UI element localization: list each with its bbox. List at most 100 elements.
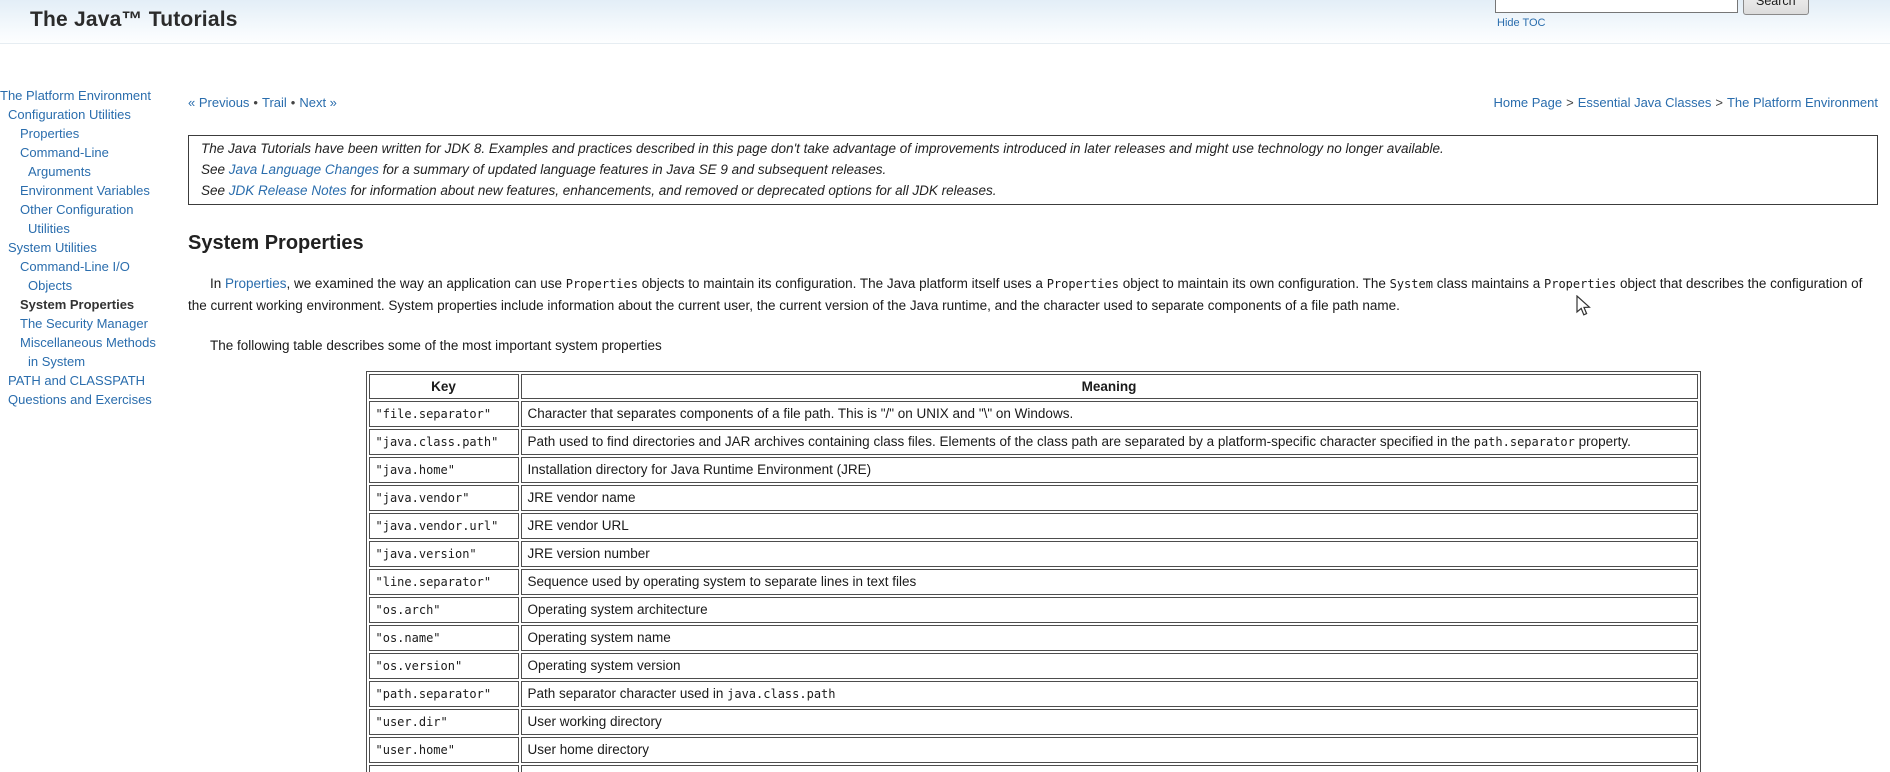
trail-link[interactable]: Trail — [262, 95, 287, 110]
inline-text: Operating system name — [527, 630, 671, 645]
page-title: System Properties — [188, 232, 364, 254]
search-area: Search Hide TOC — [1495, 0, 1860, 29]
table-intro-paragraph: The following table describes some of th… — [210, 338, 662, 353]
inline-code: Properties — [1544, 277, 1617, 291]
table-row: "os.version" Operating system version — [368, 653, 1698, 679]
hide-toc-link[interactable]: Hide TOC — [1497, 17, 1546, 29]
key-cell: "user.home" — [368, 737, 519, 763]
table-header-row: Key Meaning — [368, 374, 1698, 399]
inline-text: In — [210, 276, 226, 291]
meaning-cell: Installation directory for Java Runtime … — [520, 457, 1698, 483]
inline-code: Properties — [1046, 277, 1119, 291]
sidebar-item[interactable]: Properties — [0, 124, 156, 143]
system-properties-table: Key Meaning "file.separator" Character that… — [365, 371, 1701, 772]
key-cell: "user.name" — [368, 765, 519, 772]
key-cell: "file.separator" — [368, 401, 519, 427]
meaning-cell: Path used to find directories and JAR ar… — [520, 429, 1698, 455]
key-cell: "java.version" — [368, 541, 519, 567]
page: The Java™ Tutorials Search Hide TOC The … — [0, 0, 1890, 772]
meaning-cell: Operating system name — [520, 625, 1698, 651]
breadcrumb-separator: > — [1715, 95, 1723, 110]
inline-text: , we examined the way an application can… — [286, 276, 566, 291]
inline-text: Operating system version — [527, 658, 681, 673]
key-cell: "java.class.path" — [368, 429, 519, 455]
table-row: "file.separator" Character that separates… — [368, 401, 1698, 427]
sidebar-item[interactable]: The Platform Environment — [0, 86, 156, 105]
table-row: "java.home" Installation directory for Ja… — [368, 457, 1698, 483]
inline-text: Path used to find directories and JAR ar… — [527, 434, 1474, 449]
column-header: Key — [368, 374, 519, 399]
table-row: "os.arch" Operating system architecture — [368, 597, 1698, 623]
meaning-cell: User working directory — [520, 709, 1698, 735]
table-row: "path.separator" Path separator character… — [368, 681, 1698, 707]
inline-text: Installation directory for Java Runtime … — [527, 462, 872, 477]
sidebar-item[interactable]: Environment Variables — [0, 181, 156, 200]
nav-separator: • — [290, 95, 296, 110]
notice-line: The Java Tutorials have been written for… — [201, 138, 1865, 159]
intro-paragraph: In Properties, we examined the way an ap… — [188, 273, 1878, 317]
search-button[interactable]: Search — [1743, 0, 1809, 15]
inline-link[interactable]: Java Language Changes — [229, 162, 379, 177]
inline-text: See — [201, 183, 229, 198]
key-cell: "path.separator" — [368, 681, 519, 707]
inline-text: JRE version number — [527, 546, 650, 561]
inline-code: Properties — [565, 277, 638, 291]
inline-text: See — [201, 162, 229, 177]
table-row: "user.dir" User working directory — [368, 709, 1698, 735]
nav-separator: • — [253, 95, 258, 110]
next-link[interactable]: Next » — [299, 95, 337, 110]
table-row: "user.home" User home directory — [368, 737, 1698, 763]
inline-text: JRE vendor name — [527, 490, 636, 505]
table-row: "line.separator" Sequence used by operati… — [368, 569, 1698, 595]
sidebar-item[interactable]: Configuration Utilities — [0, 105, 156, 124]
breadcrumb: Home Page > Essential Java Classes > The Pla… — [1493, 95, 1878, 111]
breadcrumb-link[interactable]: Essential Java Classes — [1578, 95, 1712, 110]
previous-link[interactable]: « Previous — [188, 95, 249, 110]
key-cell: "java.vendor" — [368, 485, 519, 511]
sidebar-item[interactable]: PATH and CLASSPATH — [0, 371, 156, 390]
meaning-cell: JRE version number — [520, 541, 1698, 567]
sidebar-item[interactable]: Questions and Exercises — [0, 390, 156, 409]
meaning-cell: User account name — [520, 765, 1698, 772]
sidebar-item[interactable]: System Utilities — [0, 238, 156, 257]
key-cell: "java.vendor.url" — [368, 513, 519, 539]
inline-text: class maintains a — [1432, 276, 1544, 291]
meaning-cell: JRE vendor URL — [520, 513, 1698, 539]
breadcrumb-link[interactable]: The Platform Environment — [1727, 95, 1878, 110]
inline-text: for a summary of updated language featur… — [378, 162, 887, 177]
inline-link[interactable]: Properties — [225, 276, 287, 291]
breadcrumb-link[interactable]: Home Page — [1493, 95, 1562, 110]
key-cell: "os.name" — [368, 625, 519, 651]
meaning-cell: Operating system version — [520, 653, 1698, 679]
notice-line: See Java Language Changes for a summary … — [201, 159, 1865, 180]
sidebar-item[interactable]: Command-Line I/O Objects — [0, 257, 156, 295]
sidebar-item-current: System Properties — [20, 297, 135, 312]
inline-text: JRE vendor URL — [527, 518, 629, 533]
table-row: "java.version" JRE version number — [368, 541, 1698, 567]
key-cell: "line.separator" — [368, 569, 519, 595]
notice-line: See JDK Release Notes for information ab… — [201, 180, 1865, 201]
key-cell: "os.version" — [368, 653, 519, 679]
inline-text: object to maintain its own configuration… — [1118, 276, 1390, 291]
sidebar-item[interactable]: The Security Manager — [0, 314, 156, 333]
sidebar-item[interactable]: Command-Line Arguments — [0, 143, 156, 181]
inline-code: java.class.path — [727, 687, 836, 701]
breadcrumb-separator: > — [1566, 95, 1574, 110]
key-cell: "os.arch" — [368, 597, 519, 623]
key-cell: "user.dir" — [368, 709, 519, 735]
site-title: The Java™ Tutorials — [30, 8, 238, 31]
meaning-cell: Character that separates components of a… — [520, 401, 1698, 427]
inline-text: User home directory — [527, 742, 650, 757]
inline-code: path.separator — [1473, 435, 1575, 449]
site-header: The Java™ Tutorials Search Hide TOC — [0, 0, 1890, 44]
table-row: "java.class.path" Path used to find direc… — [368, 429, 1698, 455]
search-input[interactable] — [1495, 0, 1738, 13]
nav-row: « Previous • Trail • Next » Home Page > Essent… — [188, 95, 1878, 111]
inline-text: Path separator character used in — [527, 686, 728, 701]
sidebar-item[interactable]: Other Configuration Utilities — [0, 200, 156, 238]
sidebar-item[interactable]: Miscellaneous Methods in System — [0, 333, 156, 371]
inline-code: System — [1389, 277, 1433, 291]
inline-link[interactable]: JDK Release Notes — [229, 183, 347, 198]
inline-text: User working directory — [527, 714, 662, 729]
table-row: "user.name"User account name — [368, 765, 1698, 772]
